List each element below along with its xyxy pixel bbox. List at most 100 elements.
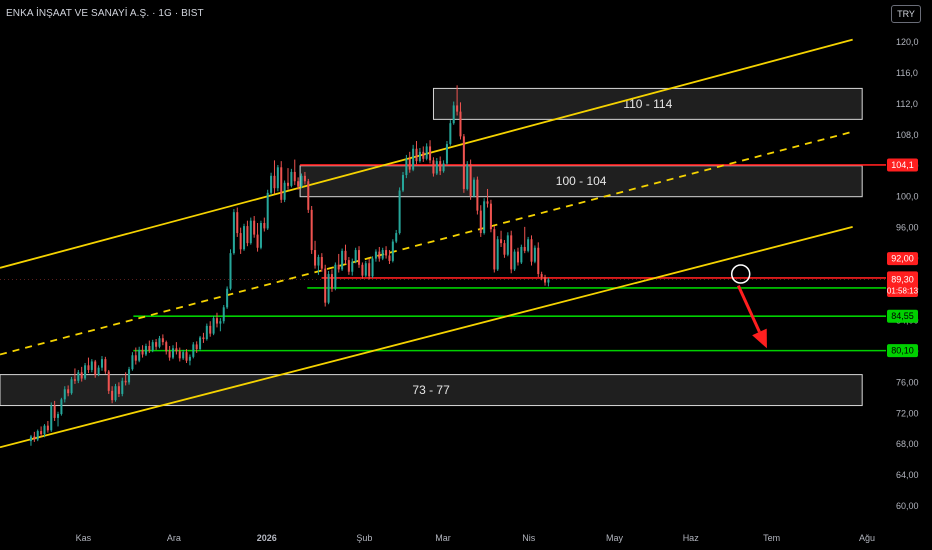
candle-body xyxy=(483,201,486,234)
candle-body xyxy=(188,356,191,361)
candle-body xyxy=(493,229,496,270)
candle-body xyxy=(327,274,330,303)
candle-body xyxy=(253,220,256,235)
candle-body xyxy=(452,105,455,124)
candle-body xyxy=(317,257,320,266)
candle-body xyxy=(300,175,303,187)
candle-body xyxy=(117,386,120,394)
candle-body xyxy=(314,250,317,266)
candle-body xyxy=(29,436,32,442)
candle-body xyxy=(290,171,293,186)
candle-body xyxy=(422,151,425,159)
candle-body xyxy=(351,261,354,272)
candle-body xyxy=(73,379,76,381)
candle-body xyxy=(53,405,56,418)
price-tag-label: 89,30 xyxy=(891,274,914,284)
candle-body xyxy=(111,390,114,401)
candle-body xyxy=(57,414,60,418)
candle-body xyxy=(161,338,164,343)
candle-body xyxy=(530,239,533,262)
candle-body xyxy=(131,355,134,370)
candle-body xyxy=(239,233,242,250)
candle-body xyxy=(141,349,144,355)
candle-body xyxy=(134,355,137,361)
candle-body xyxy=(523,246,526,251)
candle-body xyxy=(121,380,124,394)
candle-body xyxy=(405,158,408,176)
candle-body xyxy=(276,167,279,189)
candle-body xyxy=(533,247,536,262)
x-tick-label: Kas xyxy=(76,533,92,543)
y-tick-label: 72,00 xyxy=(896,408,919,418)
price-tag-label: 104,1 xyxy=(891,160,914,170)
candle-body xyxy=(171,348,175,358)
candle-body xyxy=(178,351,181,359)
candle-body xyxy=(40,431,43,435)
candle-body xyxy=(63,389,66,400)
candle-body xyxy=(205,325,208,340)
x-tick-label: Mar xyxy=(435,533,451,543)
candle-body xyxy=(378,251,381,259)
candle-body xyxy=(449,123,452,145)
candle-body xyxy=(547,279,550,283)
candle-body xyxy=(496,239,499,270)
candle-body xyxy=(418,151,421,162)
y-tick-label: 100,0 xyxy=(896,192,919,202)
candle-body xyxy=(354,250,357,262)
candle-body xyxy=(219,321,222,324)
candle-body xyxy=(297,181,300,187)
candle-body xyxy=(70,379,73,394)
candle-body xyxy=(266,192,269,229)
candle-body xyxy=(520,246,523,263)
candle-body xyxy=(381,250,384,259)
x-tick-label: 2026 xyxy=(257,533,277,543)
currency-button[interactable]: TRY xyxy=(891,5,921,23)
candle-body xyxy=(371,258,374,277)
price-chart[interactable]: 110 - 114100 - 10473 - 77120,0116,0112,0… xyxy=(0,0,932,550)
candle-body xyxy=(249,220,252,244)
candle-body xyxy=(215,318,218,324)
candle-body xyxy=(476,179,479,211)
projection-arrow xyxy=(736,285,761,333)
candle-body xyxy=(516,251,519,263)
candle-body xyxy=(246,226,249,244)
candle-body xyxy=(151,342,154,351)
candle-body xyxy=(374,251,377,259)
candle-body xyxy=(77,372,80,381)
candle-body xyxy=(466,164,469,189)
candle-body xyxy=(527,239,530,251)
countdown-label: 01:58:13 xyxy=(887,286,919,295)
y-tick-label: 108,0 xyxy=(896,130,919,140)
candle-body xyxy=(165,342,168,352)
candle-body xyxy=(358,250,361,265)
candle-body xyxy=(273,175,276,189)
candle-body xyxy=(510,235,513,270)
x-tick-label: Şub xyxy=(356,533,372,543)
candle-body xyxy=(236,212,239,234)
candle-body xyxy=(124,380,127,383)
candle-body xyxy=(185,352,188,361)
candle-body xyxy=(175,348,178,352)
candle-body xyxy=(320,257,323,269)
x-tick-label: Ağu xyxy=(859,533,875,543)
candle-body xyxy=(330,274,333,289)
candle-body xyxy=(212,318,215,334)
zone-label: 100 - 104 xyxy=(556,174,607,188)
candle-body xyxy=(256,234,259,248)
y-tick-label: 112,0 xyxy=(896,99,918,109)
y-tick-label: 76,00 xyxy=(896,377,919,387)
candle-body xyxy=(445,144,448,164)
candle-body xyxy=(442,163,445,172)
candle-body xyxy=(46,425,49,431)
y-tick-label: 96,00 xyxy=(896,223,919,233)
price-tag-label: 92,00 xyxy=(891,254,914,264)
candle-body xyxy=(513,251,516,270)
candle-body xyxy=(60,399,63,415)
candle-body xyxy=(435,161,438,174)
candle-body xyxy=(138,349,141,361)
candle-body xyxy=(395,233,398,242)
candle-body xyxy=(479,210,482,234)
x-tick-label: Ara xyxy=(167,533,181,543)
candle-body xyxy=(456,105,459,112)
x-tick-label: Haz xyxy=(683,533,700,543)
